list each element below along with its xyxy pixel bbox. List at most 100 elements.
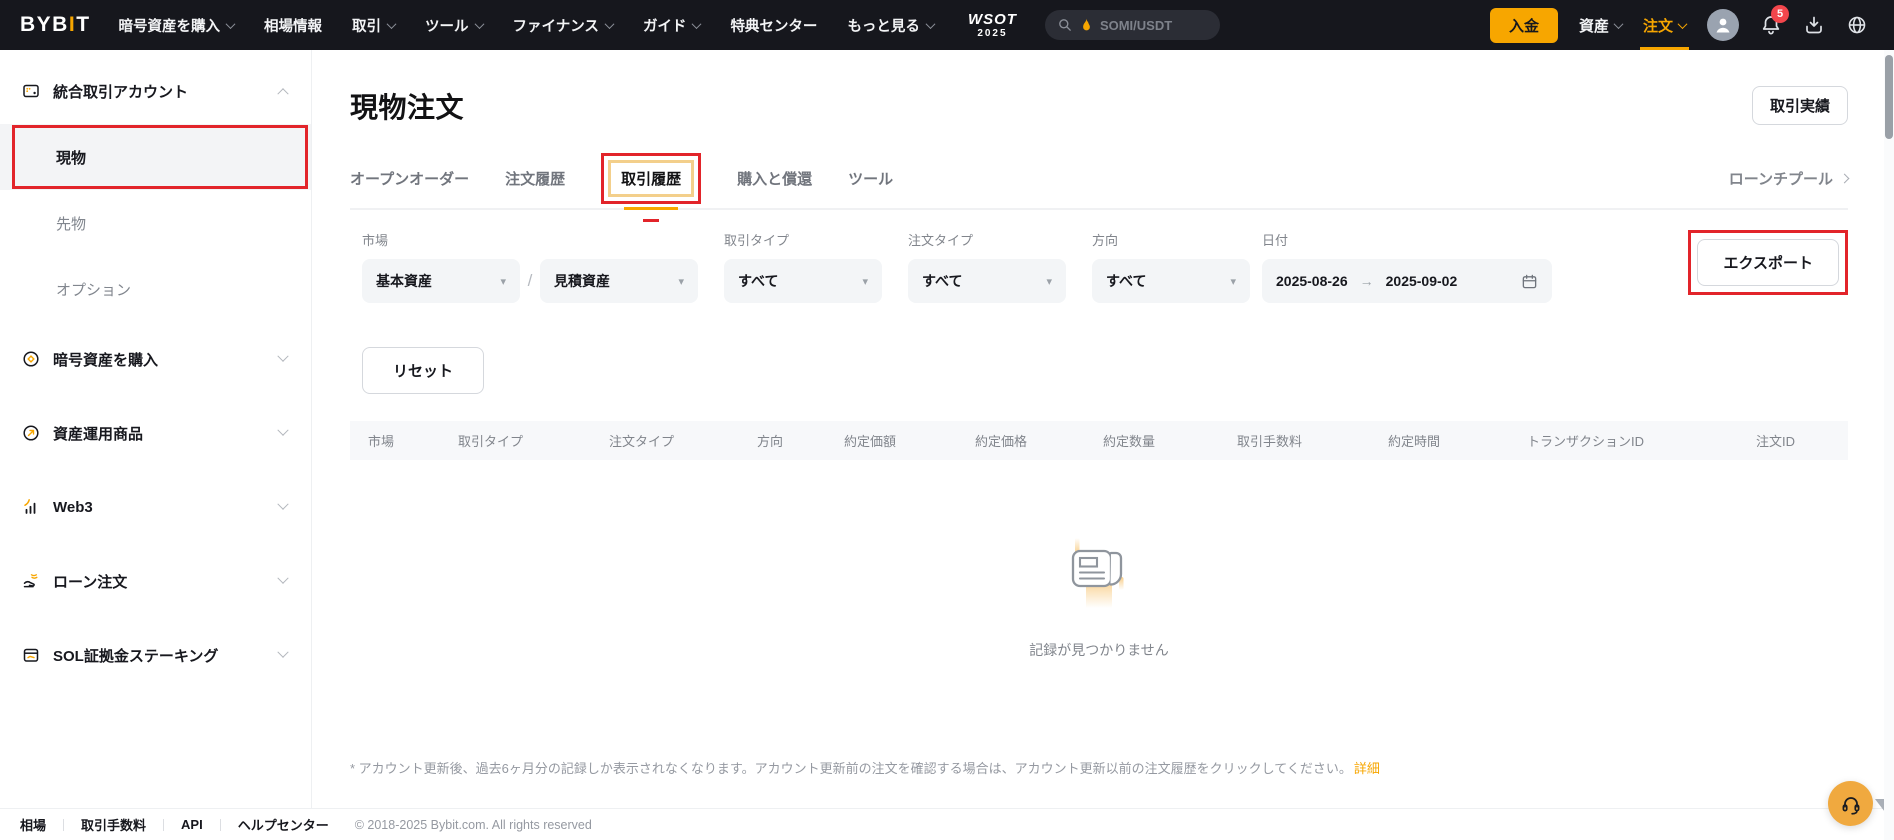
chevron-down-icon — [277, 350, 289, 362]
chevron-down-icon — [1677, 18, 1688, 29]
tab-order-history[interactable]: 注文履歴 — [505, 168, 565, 189]
order-type-select[interactable]: すべて ▾ — [908, 259, 1066, 303]
footer-divider — [219, 818, 221, 831]
reset-button[interactable]: リセット — [362, 347, 485, 394]
menu-more[interactable]: もっと見る — [847, 15, 936, 36]
sidebar-item-spot[interactable]: 現物 — [0, 124, 311, 190]
col-filled-qty: 約定数量 — [1103, 434, 1156, 449]
search-icon — [1059, 19, 1071, 31]
caret-down-icon: ▾ — [1230, 275, 1236, 288]
tab-tools[interactable]: ツール — [848, 168, 893, 189]
chevron-up-icon — [277, 88, 289, 100]
menu-finance[interactable]: ファイナンス — [513, 15, 615, 36]
deposit-button[interactable]: 入金 — [1489, 7, 1558, 43]
chevron-down-icon — [277, 424, 289, 436]
scrollbar-thumb[interactable] — [1885, 55, 1893, 139]
copyright-text: © 2018-2025 Bybit.com. All rights reserv… — [354, 817, 592, 832]
top-navigation: BYB I T 暗号資産を購入 相場情報 取引 ツール ファイナンス ガイド 特典セ… — [0, 0, 1894, 50]
date-label: 日付 — [1262, 233, 1289, 248]
annotation-dash — [643, 218, 660, 222]
sidebar-item-web3[interactable]: Web3 — [0, 470, 311, 544]
date-range-picker[interactable]: 2025-08-26 → 2025-09-02 — [1262, 259, 1552, 303]
menu-buy-crypto[interactable]: 暗号資産を購入 — [119, 15, 236, 36]
support-chat-button[interactable] — [1828, 781, 1873, 826]
notifications-button[interactable]: 5 — [1760, 5, 1789, 36]
trade-type-label: 取引タイプ — [724, 233, 790, 248]
col-filled-price: 約定価格 — [975, 434, 1028, 449]
trade-performance-button[interactable]: 取引実績 — [1751, 86, 1848, 125]
pair-separator: / — [527, 271, 533, 290]
quote-asset-select[interactable]: 見積資産 ▾ — [540, 259, 698, 303]
chevron-down-icon — [925, 18, 936, 29]
col-order-id: 注文ID — [1756, 434, 1796, 449]
bybit-logo[interactable]: BYB I T — [20, 13, 91, 37]
caret-down-icon: ▾ — [862, 275, 868, 288]
download-app-button[interactable] — [1803, 14, 1825, 36]
export-button[interactable]: エクスポート — [1697, 239, 1839, 286]
wsot-2025-logo[interactable]: WSOT 2025 — [968, 12, 1017, 39]
table-header: 市場 取引タイプ 注文タイプ 方向 約定価額 約定価格 約定数量 取引手数料 約… — [350, 421, 1848, 460]
col-trade-type: 取引タイプ — [458, 434, 524, 449]
sidebar-item-earn[interactable]: 資産運用商品 — [0, 396, 311, 470]
tab-open-orders[interactable]: オープンオーダー — [350, 168, 469, 189]
language-button[interactable] — [1846, 14, 1868, 36]
filter-date: 日付 2025-08-26 → 2025-09-02 — [1262, 230, 1552, 303]
base-asset-select[interactable]: 基本資産 ▾ — [362, 259, 520, 303]
col-order-type: 注文タイプ — [609, 434, 675, 449]
trade-type-select[interactable]: すべて ▾ — [724, 259, 882, 303]
assets-menu[interactable]: 資産 — [1579, 0, 1624, 50]
menu-tools[interactable]: ツール — [425, 15, 484, 36]
detail-link[interactable]: 詳細 — [1354, 761, 1380, 776]
caret-down-icon: ▾ — [1046, 275, 1052, 288]
date-start: 2025-08-26 — [1276, 273, 1348, 289]
launchpool-link[interactable]: ローンチプール — [1729, 168, 1850, 189]
chevron-down-icon — [277, 498, 289, 510]
footer-link-fees[interactable]: 取引手数料 — [81, 815, 146, 834]
footer-link-help-center[interactable]: ヘルプセンター — [238, 815, 329, 834]
chevron-down-icon — [225, 18, 236, 29]
scrollbar-track[interactable] — [1884, 50, 1894, 840]
menu-rewards-hub[interactable]: 特典センター — [730, 15, 817, 36]
sidebar-item-sol-staking[interactable]: SOL証拠金ステーキング — [0, 618, 311, 692]
search-input[interactable]: SOMI/USDT — [1044, 10, 1220, 40]
page-footer: 相場 取引手数料 API ヘルプセンター © 2018-2025 Bybit.c… — [0, 808, 1894, 840]
direction-label: 方向 — [1092, 233, 1119, 248]
chevron-down-icon — [277, 646, 289, 658]
chevron-down-icon — [386, 18, 397, 29]
footer-link-markets[interactable]: 相場 — [20, 815, 46, 834]
sidebar-item-options[interactable]: オプション — [0, 256, 311, 322]
chevron-down-icon — [604, 18, 615, 29]
market-label: 市場 — [362, 233, 389, 248]
no-records-icon — [1071, 538, 1124, 608]
empty-state: 記録が見つかりません — [350, 530, 1848, 660]
page-header: 現物注文 取引実績 — [350, 86, 1848, 126]
footer-link-api[interactable]: API — [181, 817, 203, 832]
caret-down-icon: ▾ — [500, 275, 506, 288]
col-market: 市場 — [368, 434, 395, 449]
direction-select[interactable]: すべて ▾ — [1092, 259, 1250, 303]
filter-trade-type: 取引タイプ すべて ▾ — [724, 230, 882, 303]
sidebar-item-loan-orders[interactable]: ローン注文 — [0, 544, 311, 618]
tab-purchase-redemption[interactable]: 購入と償還 — [737, 168, 812, 189]
sidebar-item-derivatives[interactable]: 先物 — [0, 190, 311, 256]
annotation-box-trade-history: 取引履歴 — [601, 152, 702, 222]
download-icon — [1806, 16, 1822, 34]
sidebar-item-buy-crypto[interactable]: 暗号資産を購入 — [0, 322, 311, 396]
menu-markets[interactable]: 相場情報 — [264, 15, 322, 36]
tab-trade-history[interactable]: 取引履歴 — [608, 159, 695, 197]
sidebar-item-unified-account[interactable]: 統合取引アカウント — [0, 58, 311, 124]
menu-guide[interactable]: ガイド — [643, 15, 702, 36]
chevron-down-icon — [474, 18, 484, 29]
col-filled-time: 約定時間 — [1388, 434, 1441, 449]
avatar[interactable] — [1707, 9, 1739, 41]
menu-trade[interactable]: 取引 — [352, 15, 397, 36]
chevron-down-icon — [277, 572, 289, 584]
earn-products-icon — [22, 424, 40, 442]
order-type-label: 注文タイプ — [908, 233, 974, 248]
content-row: 統合取引アカウント 現物 先物 オプション 暗号資産を購入 資産運用商品 Web… — [0, 50, 1894, 808]
filter-market: 市場 基本資産 ▾ / 見積資産 ▾ — [362, 230, 698, 303]
filters-bar: 市場 基本資産 ▾ / 見積資産 ▾ 取引タイプ すべて ▾ 注文タイプ すべて… — [350, 230, 1848, 303]
orders-menu[interactable]: 注文 — [1639, 0, 1690, 50]
search-placeholder: SOMI/USDT — [1099, 17, 1173, 33]
chevron-down-icon — [1613, 18, 1624, 29]
